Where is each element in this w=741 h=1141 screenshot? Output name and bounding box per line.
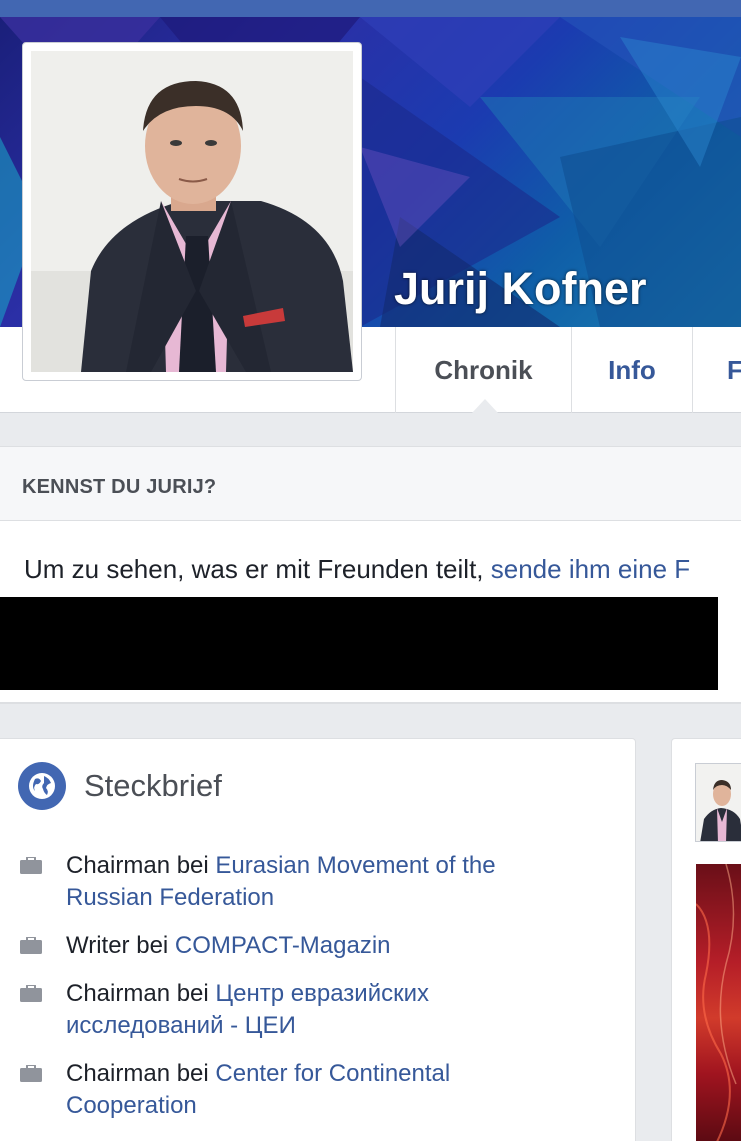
work-role: Chairman bei xyxy=(66,852,216,879)
friend-suggestion-message: Um zu sehen, was er mit Freunden teilt, xyxy=(24,554,491,584)
work-item: Chairman bei Eurasian Movement of the Ru… xyxy=(66,850,566,914)
active-tab-caret xyxy=(472,399,498,413)
profile-photo-image xyxy=(31,51,353,372)
work-item: Chairman bei Center for Continental Coop… xyxy=(66,1058,486,1122)
redaction-block xyxy=(0,597,718,690)
friend-suggestion-title: KENNST DU JURIJ? xyxy=(22,476,217,498)
briefcase-icon xyxy=(20,985,42,1002)
tab-friends-truncated[interactable]: F xyxy=(692,327,741,413)
friend-suggestion-text: Um zu sehen, was er mit Freunden teilt, … xyxy=(24,554,690,585)
work-item: Chairman bei Центр евразийских исследова… xyxy=(66,978,486,1042)
work-org-link[interactable]: COMPACT-Magazin xyxy=(175,932,391,959)
profile-picture[interactable] xyxy=(22,42,362,381)
top-navigation-bar xyxy=(0,0,741,17)
profile-name[interactable]: Jurij Kofner xyxy=(394,263,647,315)
briefcase-icon xyxy=(20,1065,42,1082)
briefcase-icon xyxy=(20,937,42,954)
send-friend-request-link[interactable]: sende ihm eine F xyxy=(491,554,690,584)
section-divider xyxy=(0,702,741,704)
tab-info[interactable]: Info xyxy=(571,327,692,413)
globe-icon xyxy=(18,762,66,810)
work-item: Writer bei COMPACT-Magazin xyxy=(66,930,566,962)
briefcase-icon xyxy=(20,857,42,874)
intro-card-title: Steckbrief xyxy=(84,768,222,803)
work-role: Chairman bei xyxy=(66,1060,216,1087)
work-role: Writer bei xyxy=(66,932,175,959)
post-author-thumbnail[interactable] xyxy=(695,763,741,842)
post-media-image[interactable] xyxy=(696,864,741,1141)
work-role: Chairman bei xyxy=(66,980,216,1007)
